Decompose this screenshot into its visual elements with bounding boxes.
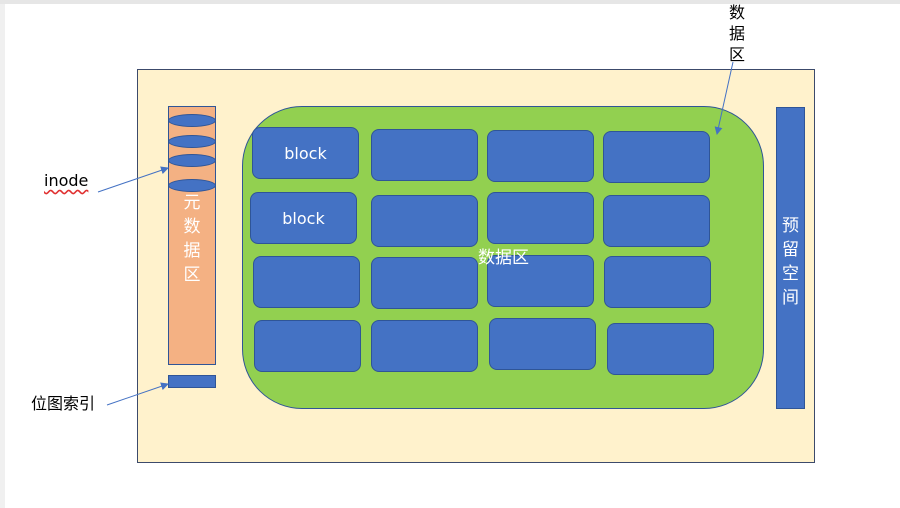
data-area-arrow (714, 61, 734, 135)
annotation-arrows (97, 61, 734, 406)
bitmap-index-arrow (106, 382, 169, 406)
inode-arrow (97, 166, 169, 193)
